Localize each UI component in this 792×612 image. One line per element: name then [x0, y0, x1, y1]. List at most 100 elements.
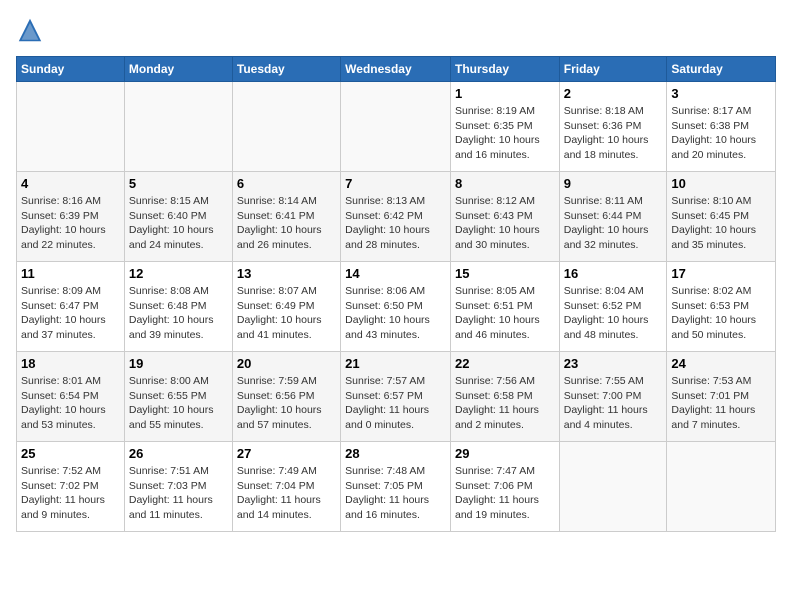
day-number: 20 [237, 356, 336, 371]
day-number: 25 [21, 446, 120, 461]
weekday-header-tuesday: Tuesday [232, 57, 340, 82]
day-info: Sunrise: 7:47 AM Sunset: 7:06 PM Dayligh… [455, 464, 555, 523]
day-number: 2 [564, 86, 663, 101]
calendar-day-17: 17 Sunrise: 8:02 AM Sunset: 6:53 PM Dayli… [667, 262, 776, 352]
day-info: Sunrise: 8:18 AM Sunset: 6:36 PM Dayligh… [564, 104, 663, 163]
day-info: Sunrise: 8:06 AM Sunset: 6:50 PM Dayligh… [345, 284, 446, 343]
calendar-day-14: 14 Sunrise: 8:06 AM Sunset: 6:50 PM Dayli… [341, 262, 451, 352]
day-number: 15 [455, 266, 555, 281]
day-info: Sunrise: 7:55 AM Sunset: 7:00 PM Dayligh… [564, 374, 663, 433]
day-info: Sunrise: 7:49 AM Sunset: 7:04 PM Dayligh… [237, 464, 336, 523]
calendar-day-19: 19 Sunrise: 8:00 AM Sunset: 6:55 PM Dayli… [124, 352, 232, 442]
day-info: Sunrise: 8:16 AM Sunset: 6:39 PM Dayligh… [21, 194, 120, 253]
day-number: 26 [129, 446, 228, 461]
calendar-table: SundayMondayTuesdayWednesdayThursdayFrid… [16, 56, 776, 532]
calendar-week-row: 4Sunrise: 8:16 AM Sunset: 6:39 PM Daylig… [17, 172, 776, 262]
day-info: Sunrise: 7:52 AM Sunset: 7:02 PM Dayligh… [21, 464, 120, 523]
day-number: 16 [564, 266, 663, 281]
calendar-day-23: 23 Sunrise: 7:55 AM Sunset: 7:00 PM Dayli… [559, 352, 667, 442]
day-info: Sunrise: 8:07 AM Sunset: 6:49 PM Dayligh… [237, 284, 336, 343]
calendar-day-6: 6 Sunrise: 8:14 AM Sunset: 6:41 PM Daylig… [232, 172, 340, 262]
calendar-day-3: 3 Sunrise: 8:17 AM Sunset: 6:38 PM Daylig… [667, 82, 776, 172]
logo-icon [16, 16, 44, 44]
day-number: 10 [671, 176, 771, 191]
calendar-week-row: 1 Sunrise: 8:19 AM Sunset: 6:35 PM Daylig… [17, 82, 776, 172]
weekday-header-thursday: Thursday [450, 57, 559, 82]
day-info: Sunrise: 8:10 AM Sunset: 6:45 PM Dayligh… [671, 194, 771, 253]
day-info: Sunrise: 8:11 AM Sunset: 6:44 PM Dayligh… [564, 194, 663, 253]
day-info: Sunrise: 8:01 AM Sunset: 6:54 PM Dayligh… [21, 374, 120, 433]
calendar-day-empty [559, 442, 667, 532]
day-number: 23 [564, 356, 663, 371]
day-info: Sunrise: 8:13 AM Sunset: 6:42 PM Dayligh… [345, 194, 446, 253]
calendar-day-25: 25 Sunrise: 7:52 AM Sunset: 7:02 PM Dayli… [17, 442, 125, 532]
day-info: Sunrise: 8:14 AM Sunset: 6:41 PM Dayligh… [237, 194, 336, 253]
calendar-day-empty [667, 442, 776, 532]
calendar-day-empty [232, 82, 340, 172]
day-info: Sunrise: 7:56 AM Sunset: 6:58 PM Dayligh… [455, 374, 555, 433]
weekday-header-saturday: Saturday [667, 57, 776, 82]
day-info: Sunrise: 8:12 AM Sunset: 6:43 PM Dayligh… [455, 194, 555, 253]
calendar-day-empty [17, 82, 125, 172]
weekday-header-friday: Friday [559, 57, 667, 82]
weekday-header-monday: Monday [124, 57, 232, 82]
calendar-day-18: 18 Sunrise: 8:01 AM Sunset: 6:54 PM Dayli… [17, 352, 125, 442]
day-info: Sunrise: 8:17 AM Sunset: 6:38 PM Dayligh… [671, 104, 771, 163]
weekday-header-wednesday: Wednesday [341, 57, 451, 82]
day-number: 5 [129, 176, 228, 191]
calendar-day-15: 15 Sunrise: 8:05 AM Sunset: 6:51 PM Dayli… [450, 262, 559, 352]
day-info: Sunrise: 8:19 AM Sunset: 6:35 PM Dayligh… [455, 104, 555, 163]
calendar-day-11: 11 Sunrise: 8:09 AM Sunset: 6:47 PM Dayli… [17, 262, 125, 352]
day-number: 18 [21, 356, 120, 371]
calendar-day-16: 16 Sunrise: 8:04 AM Sunset: 6:52 PM Dayli… [559, 262, 667, 352]
calendar-day-8: 8 Sunrise: 8:12 AM Sunset: 6:43 PM Daylig… [450, 172, 559, 262]
day-number: 9 [564, 176, 663, 191]
day-number: 1 [455, 86, 555, 101]
day-info: Sunrise: 7:51 AM Sunset: 7:03 PM Dayligh… [129, 464, 228, 523]
day-number: 8 [455, 176, 555, 191]
day-number: 27 [237, 446, 336, 461]
day-info: Sunrise: 8:05 AM Sunset: 6:51 PM Dayligh… [455, 284, 555, 343]
day-info: Sunrise: 7:53 AM Sunset: 7:01 PM Dayligh… [671, 374, 771, 433]
day-number: 3 [671, 86, 771, 101]
calendar-day-empty [341, 82, 451, 172]
day-number: 14 [345, 266, 446, 281]
day-number: 13 [237, 266, 336, 281]
day-info: Sunrise: 7:57 AM Sunset: 6:57 PM Dayligh… [345, 374, 446, 433]
calendar-week-row: 25 Sunrise: 7:52 AM Sunset: 7:02 PM Dayli… [17, 442, 776, 532]
day-number: 22 [455, 356, 555, 371]
day-number: 29 [455, 446, 555, 461]
calendar-day-22: 22 Sunrise: 7:56 AM Sunset: 6:58 PM Dayli… [450, 352, 559, 442]
calendar-week-row: 11 Sunrise: 8:09 AM Sunset: 6:47 PM Dayli… [17, 262, 776, 352]
day-number: 17 [671, 266, 771, 281]
day-info: Sunrise: 7:59 AM Sunset: 6:56 PM Dayligh… [237, 374, 336, 433]
day-info: Sunrise: 8:02 AM Sunset: 6:53 PM Dayligh… [671, 284, 771, 343]
calendar-day-29: 29 Sunrise: 7:47 AM Sunset: 7:06 PM Dayli… [450, 442, 559, 532]
day-info: Sunrise: 8:15 AM Sunset: 6:40 PM Dayligh… [129, 194, 228, 253]
day-info: Sunrise: 7:48 AM Sunset: 7:05 PM Dayligh… [345, 464, 446, 523]
calendar-day-20: 20 Sunrise: 7:59 AM Sunset: 6:56 PM Dayli… [232, 352, 340, 442]
day-number: 12 [129, 266, 228, 281]
calendar-day-28: 28 Sunrise: 7:48 AM Sunset: 7:05 PM Dayli… [341, 442, 451, 532]
day-info: Sunrise: 8:08 AM Sunset: 6:48 PM Dayligh… [129, 284, 228, 343]
day-number: 28 [345, 446, 446, 461]
day-number: 11 [21, 266, 120, 281]
day-number: 7 [345, 176, 446, 191]
calendar-day-26: 26 Sunrise: 7:51 AM Sunset: 7:03 PM Dayli… [124, 442, 232, 532]
day-info: Sunrise: 8:00 AM Sunset: 6:55 PM Dayligh… [129, 374, 228, 433]
calendar-day-5: 5 Sunrise: 8:15 AM Sunset: 6:40 PM Daylig… [124, 172, 232, 262]
day-number: 6 [237, 176, 336, 191]
calendar-day-21: 21Sunrise: 7:57 AM Sunset: 6:57 PM Dayli… [341, 352, 451, 442]
calendar-day-24: 24 Sunrise: 7:53 AM Sunset: 7:01 PM Dayli… [667, 352, 776, 442]
calendar-day-9: 9 Sunrise: 8:11 AM Sunset: 6:44 PM Daylig… [559, 172, 667, 262]
calendar-day-10: 10 Sunrise: 8:10 AM Sunset: 6:45 PM Dayli… [667, 172, 776, 262]
calendar-day-1: 1 Sunrise: 8:19 AM Sunset: 6:35 PM Daylig… [450, 82, 559, 172]
day-number: 19 [129, 356, 228, 371]
weekday-header-sunday: Sunday [17, 57, 125, 82]
day-info: Sunrise: 8:09 AM Sunset: 6:47 PM Dayligh… [21, 284, 120, 343]
calendar-day-4: 4Sunrise: 8:16 AM Sunset: 6:39 PM Daylig… [17, 172, 125, 262]
day-info: Sunrise: 8:04 AM Sunset: 6:52 PM Dayligh… [564, 284, 663, 343]
page-header [16, 16, 776, 44]
calendar-day-27: 27 Sunrise: 7:49 AM Sunset: 7:04 PM Dayli… [232, 442, 340, 532]
day-number: 24 [671, 356, 771, 371]
